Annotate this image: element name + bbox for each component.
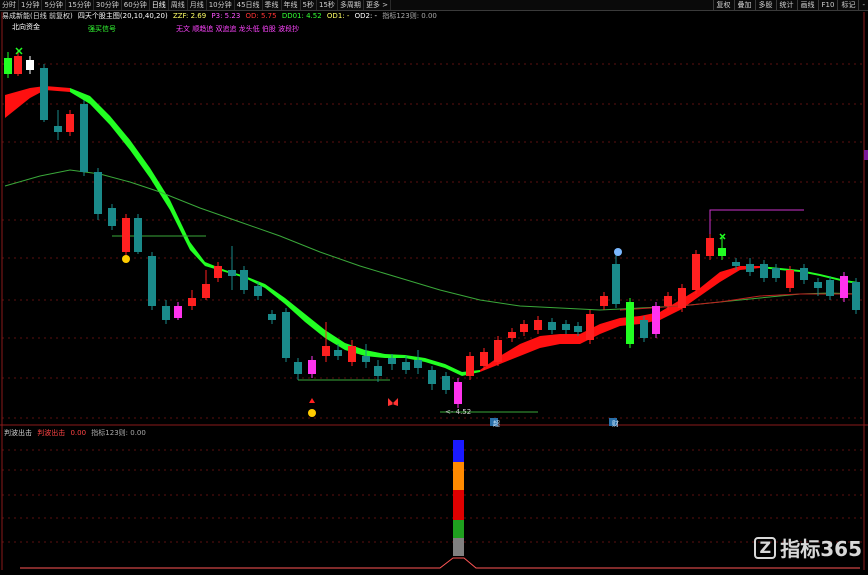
lower-v1: 0.00: [70, 429, 87, 437]
candle-body: [548, 322, 556, 330]
candle-body: [202, 284, 210, 298]
candle-body: [746, 264, 754, 272]
candle-body: [442, 376, 450, 390]
indicator-bar-segment: [453, 538, 464, 556]
candle-body: [268, 314, 276, 320]
candle-body: [534, 320, 542, 330]
candle-body: [508, 332, 516, 338]
candle-body: [454, 382, 462, 404]
scroll-marker[interactable]: [864, 150, 868, 160]
candle-body: [626, 302, 634, 344]
lower-name2: 判波出击: [37, 429, 66, 437]
tag-chao: 超: [493, 420, 500, 428]
ma-line: [4, 169, 859, 311]
candle-body: [254, 286, 262, 296]
candle-body: [26, 60, 34, 70]
candlesticks: [4, 50, 860, 408]
candle-body: [4, 58, 12, 74]
candle-body: [308, 360, 316, 374]
candle-body: [574, 326, 582, 332]
candle-body: [814, 282, 822, 288]
cross-icon: [15, 47, 23, 55]
lower-name[interactable]: 判波出击: [4, 429, 32, 437]
candle-body: [322, 346, 330, 356]
candle-body: [174, 306, 182, 318]
candle-body: [494, 340, 502, 362]
candle-body: [148, 256, 156, 306]
candle-body: [600, 296, 608, 306]
lower-v2: 指标123则: 0.00: [91, 429, 146, 437]
candle-body: [760, 264, 768, 278]
candle-body: [586, 314, 594, 340]
candle-body: [732, 262, 740, 266]
candle-body: [240, 270, 248, 290]
watermark-logo-icon: Z: [754, 536, 777, 559]
indicator-bar-segment: [453, 520, 464, 538]
candle-body: [786, 270, 794, 288]
candle-body: [94, 172, 102, 214]
trend-band: [5, 86, 858, 376]
lower-indicator-info: 判波出击 判波出击 0.00 指标123则: 0.00: [4, 428, 149, 438]
candle-body: [134, 218, 142, 252]
resistance-line: [709, 209, 804, 246]
candle-body: [362, 356, 370, 362]
candle-body: [692, 254, 700, 290]
up-arrow-icon: [309, 398, 315, 403]
candle-body: [520, 324, 528, 332]
candle-body: [652, 306, 660, 334]
candle-body: [66, 114, 74, 132]
candle-body: [480, 352, 488, 366]
candle-body: [388, 358, 396, 364]
candle-body: [294, 362, 302, 374]
smile-icon: [122, 255, 130, 263]
candle-body: [402, 362, 410, 370]
indicator-bar-segment: [453, 440, 464, 462]
tag-cai: 财: [612, 420, 619, 428]
candle-body: [706, 238, 714, 256]
price-grid: [0, 12, 868, 570]
kline-chart[interactable]: [0, 0, 868, 575]
candle-body: [562, 324, 570, 330]
candle-body: [188, 298, 196, 306]
candle-body: [772, 268, 780, 278]
candle-body: [800, 268, 808, 280]
butterfly-icon: [388, 398, 398, 406]
candle-body: [414, 360, 422, 368]
candle-body: [640, 320, 648, 338]
candle-body: [334, 350, 342, 356]
indicator-baseline: [20, 557, 860, 569]
watermark: Z 指标365: [754, 533, 862, 562]
indicator-bar-segment: [453, 490, 464, 520]
candle-body: [54, 126, 62, 132]
candle-body: [826, 280, 834, 296]
candle-body: [466, 356, 474, 376]
indicator-bar-segment: [453, 462, 464, 490]
candle-body: [108, 208, 116, 226]
smile-icon: [308, 409, 316, 417]
candle-body: [348, 346, 356, 362]
candle-body: [80, 104, 88, 172]
candle-body: [678, 288, 686, 308]
candle-body: [664, 296, 672, 306]
candle-body: [228, 270, 236, 276]
candle-body: [612, 264, 620, 304]
candle-body: [14, 56, 22, 74]
candle-body: [282, 312, 290, 358]
trend-band-segment: [5, 86, 70, 118]
candle-body: [214, 266, 222, 278]
candle-body: [840, 276, 848, 298]
candle-body: [428, 370, 436, 384]
trend-band-segment: [70, 88, 480, 376]
candle-body: [40, 68, 48, 120]
candle-body: [718, 248, 726, 256]
circle-icon: [614, 248, 622, 256]
candle-body: [374, 366, 382, 376]
candle-body: [852, 282, 860, 310]
candle-body: [162, 306, 170, 320]
low-price-label: <- 4.52: [445, 408, 472, 416]
low-price-value: 4.52: [455, 408, 472, 416]
lower-indicator: [20, 440, 860, 569]
watermark-text: 指标365: [780, 537, 862, 561]
